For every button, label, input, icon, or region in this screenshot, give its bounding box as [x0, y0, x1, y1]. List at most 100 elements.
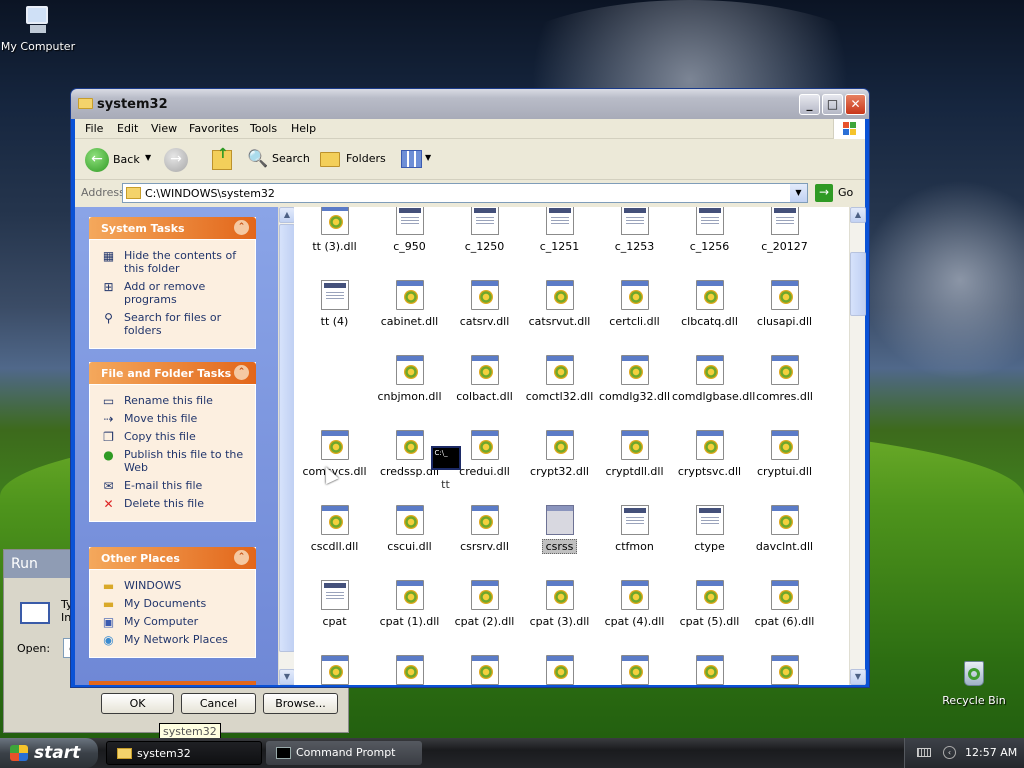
file-item[interactable]: csrsrv.dll: [447, 505, 522, 553]
file-item[interactable]: cscui.dll: [372, 505, 447, 553]
file-item[interactable]: cryptdll.dll: [597, 430, 672, 478]
clock[interactable]: 12:57 AM: [965, 746, 1017, 759]
forward-button[interactable]: →: [164, 148, 188, 172]
place-my-documents[interactable]: ▬ My Documents: [100, 597, 245, 611]
file-item[interactable]: cpat (6).dll: [747, 580, 822, 628]
file-item[interactable]: tt (4): [297, 280, 372, 328]
scroll-thumb[interactable]: [279, 224, 295, 652]
start-button[interactable]: start: [0, 738, 98, 768]
menu-edit[interactable]: Edit: [117, 122, 138, 135]
file-item[interactable]: c_1250: [447, 207, 522, 253]
other-places-header[interactable]: Other Places ⌃: [89, 547, 256, 569]
file-item[interactable]: davclnt.dll: [747, 505, 822, 553]
up-folder-icon[interactable]: ↑: [212, 146, 232, 170]
file-item[interactable]: [297, 655, 372, 685]
task-button-command-prompt[interactable]: Command Prompt: [266, 741, 422, 765]
file-item[interactable]: tt (3).dll: [297, 207, 372, 253]
task-add-remove-programs[interactable]: ⊞ Add or remove programs: [100, 280, 245, 306]
scroll-up-arrow[interactable]: ▲: [850, 207, 866, 223]
file-item[interactable]: [747, 655, 822, 685]
task-publish[interactable]: ● Publish this file to the Web: [100, 448, 245, 474]
menu-help[interactable]: Help: [291, 122, 316, 135]
task-email[interactable]: ✉ E-mail this file: [100, 479, 245, 493]
file-item[interactable]: catsrv.dll: [447, 280, 522, 328]
menu-tools[interactable]: Tools: [250, 122, 277, 135]
file-item[interactable]: certcli.dll: [597, 280, 672, 328]
maximize-button[interactable]: □: [822, 94, 843, 115]
place-windows[interactable]: ▬ WINDOWS: [100, 579, 245, 593]
menu-file[interactable]: File: [85, 122, 103, 135]
task-delete[interactable]: ✕ Delete this file: [100, 497, 245, 511]
task-search-files[interactable]: ⚲ Search for files or folders: [100, 311, 245, 337]
title-bar[interactable]: system32 _ □ ✕: [71, 89, 869, 119]
ok-button[interactable]: OK: [101, 693, 174, 714]
file-item[interactable]: [447, 655, 522, 685]
file-item[interactable]: ctype: [672, 505, 747, 553]
scroll-down-arrow[interactable]: ▼: [850, 669, 866, 685]
file-item[interactable]: crypt32.dll: [522, 430, 597, 478]
system-tasks-header[interactable]: System Tasks ⌃: [89, 217, 256, 239]
minimize-button[interactable]: _: [799, 94, 820, 115]
file-item[interactable]: [597, 655, 672, 685]
file-item[interactable]: c_1251: [522, 207, 597, 253]
address-input[interactable]: C:\WINDOWS\system32 ▼: [122, 183, 808, 203]
file-item[interactable]: comdlg32.dll: [597, 355, 672, 403]
task-button-system32[interactable]: system32: [106, 741, 262, 765]
file-list-scrollbar[interactable]: ▲ ▼: [849, 207, 866, 685]
desktop-icon-my-computer[interactable]: My Computer: [0, 4, 78, 53]
file-item[interactable]: ctfmon: [597, 505, 672, 553]
scroll-down-arrow[interactable]: ▼: [279, 669, 295, 685]
browse-button[interactable]: Browse...: [263, 693, 338, 714]
file-item[interactable]: cpat (4).dll: [597, 580, 672, 628]
place-network[interactable]: ◉ My Network Places: [100, 633, 245, 647]
file-item[interactable]: cscdll.dll: [297, 505, 372, 553]
file-item[interactable]: c_1256: [672, 207, 747, 253]
task-hide-contents[interactable]: ▦ Hide the contents of this folder: [100, 249, 245, 275]
close-button[interactable]: ✕: [845, 94, 866, 115]
file-item[interactable]: comres.dll: [747, 355, 822, 403]
search-button[interactable]: 🔍 Search: [245, 148, 311, 174]
file-item[interactable]: cnbjmon.dll: [372, 355, 447, 403]
file-item[interactable]: cpat (2).dll: [447, 580, 522, 628]
scroll-thumb[interactable]: [850, 252, 866, 316]
file-item[interactable]: [522, 655, 597, 685]
file-item[interactable]: cabinet.dll: [372, 280, 447, 328]
file-item[interactable]: comctl32.dll: [522, 355, 597, 403]
menu-view[interactable]: View: [151, 122, 177, 135]
back-button[interactable]: ← Back ▼: [83, 147, 153, 173]
file-item[interactable]: catsrvut.dll: [522, 280, 597, 328]
file-item[interactable]: c_1253: [597, 207, 672, 253]
file-item[interactable]: [372, 655, 447, 685]
keyboard-icon[interactable]: [917, 748, 931, 757]
folders-button[interactable]: Folders: [318, 148, 386, 174]
address-dropdown[interactable]: ▼: [790, 184, 807, 202]
file-item[interactable]: clbcatq.dll: [672, 280, 747, 328]
file-item[interactable]: colbact.dll: [447, 355, 522, 403]
file-item[interactable]: cpat (3).dll: [522, 580, 597, 628]
desktop-icon-recycle-bin[interactable]: Recycle Bin: [934, 658, 1014, 707]
task-copy[interactable]: ❐ Copy this file: [100, 430, 245, 444]
chevron-left-icon[interactable]: ‹: [943, 746, 956, 759]
file-folder-tasks-header[interactable]: File and Folder Tasks ⌃: [89, 362, 256, 384]
scroll-up-arrow[interactable]: ▲: [279, 207, 295, 223]
file-item[interactable]: [672, 655, 747, 685]
file-item[interactable]: clusapi.dll: [747, 280, 822, 328]
file-item[interactable]: cryptui.dll: [747, 430, 822, 478]
file-item[interactable]: cpat (1).dll: [372, 580, 447, 628]
task-move[interactable]: ⇢ Move this file: [100, 412, 245, 426]
task-rename[interactable]: ▭ Rename this file: [100, 394, 245, 408]
file-item[interactable]: comdlgbase.dll: [672, 355, 755, 403]
menu-favorites[interactable]: Favorites: [189, 122, 239, 135]
file-item[interactable]: cpat (5).dll: [672, 580, 747, 628]
go-button[interactable]: → Go: [815, 183, 857, 203]
place-my-computer[interactable]: ▣ My Computer: [100, 615, 245, 629]
cancel-button[interactable]: Cancel: [181, 693, 256, 714]
file-item[interactable]: c_950: [372, 207, 447, 253]
file-item[interactable]: cpat: [297, 580, 372, 628]
dragged-file[interactable]: C:\_ tt: [423, 446, 468, 491]
file-item[interactable]: c_20127: [747, 207, 822, 253]
file-item[interactable]: csrss: [522, 505, 597, 554]
task-pane-scrollbar[interactable]: ▲ ▼: [278, 207, 295, 685]
views-button[interactable]: ▼: [399, 150, 435, 170]
file-item[interactable]: cryptsvc.dll: [672, 430, 747, 478]
